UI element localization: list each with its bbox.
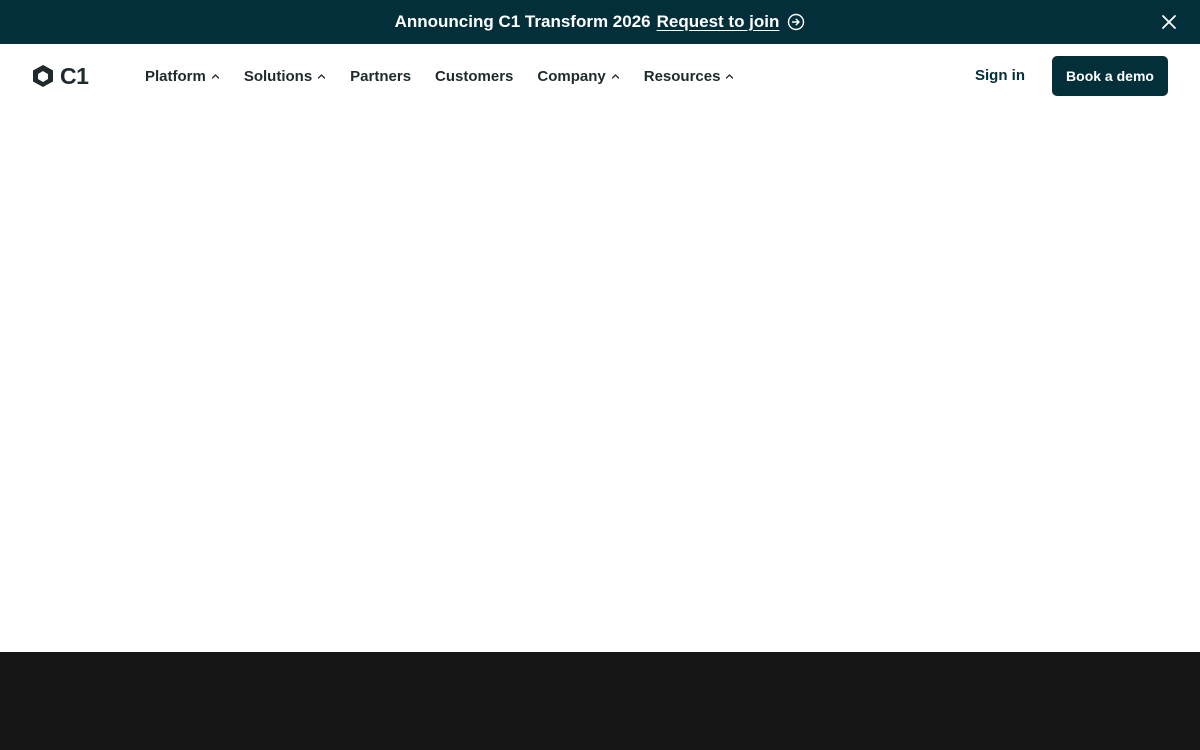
banner-link-label: Request to join [656,12,780,31]
nav-item-label: Company [537,67,606,85]
nav-item-customers[interactable]: Customers [435,68,513,85]
chevron-up-icon [611,73,619,79]
logo-text: C1 [60,62,89,89]
main-navigation: C1 Platform Solutions Partners Customers… [0,44,1200,108]
book-demo-button[interactable]: Book a demo [1052,56,1168,96]
nav-item-label: Platform [145,67,206,85]
nav-item-platform[interactable]: Platform [145,68,220,85]
c1-logo-mark-icon [33,65,53,87]
nav-menu: Platform Solutions Partners Customers Co… [145,44,758,108]
request-to-join-link[interactable]: Request to join [657,12,806,32]
announcement-banner: Announcing C1 Transform 2026 Request to … [0,0,1200,44]
nav-item-label: Solutions [243,67,313,85]
hero-section [0,108,1200,652]
banner-text: Announcing C1 Transform 2026 [394,12,651,31]
sign-in-link[interactable]: Sign in [975,67,1025,84]
nav-item-label: Partners [350,67,412,85]
chevron-up-icon [211,73,219,79]
close-icon[interactable] [1160,13,1178,31]
nav-item-company[interactable]: Company [537,68,619,85]
dark-section [0,652,1200,750]
nav-item-solutions[interactable]: Solutions [244,68,326,85]
nav-item-partners[interactable]: Partners [350,68,411,85]
nav-item-label: Customers [435,67,514,85]
chevron-up-icon [318,73,326,79]
nav-item-label: Resources [643,67,721,85]
nav-item-resources[interactable]: Resources [644,68,735,85]
chevron-up-icon [726,73,734,79]
c1-logo[interactable]: C1 [32,62,89,89]
arrow-right-circle-icon [788,13,805,31]
